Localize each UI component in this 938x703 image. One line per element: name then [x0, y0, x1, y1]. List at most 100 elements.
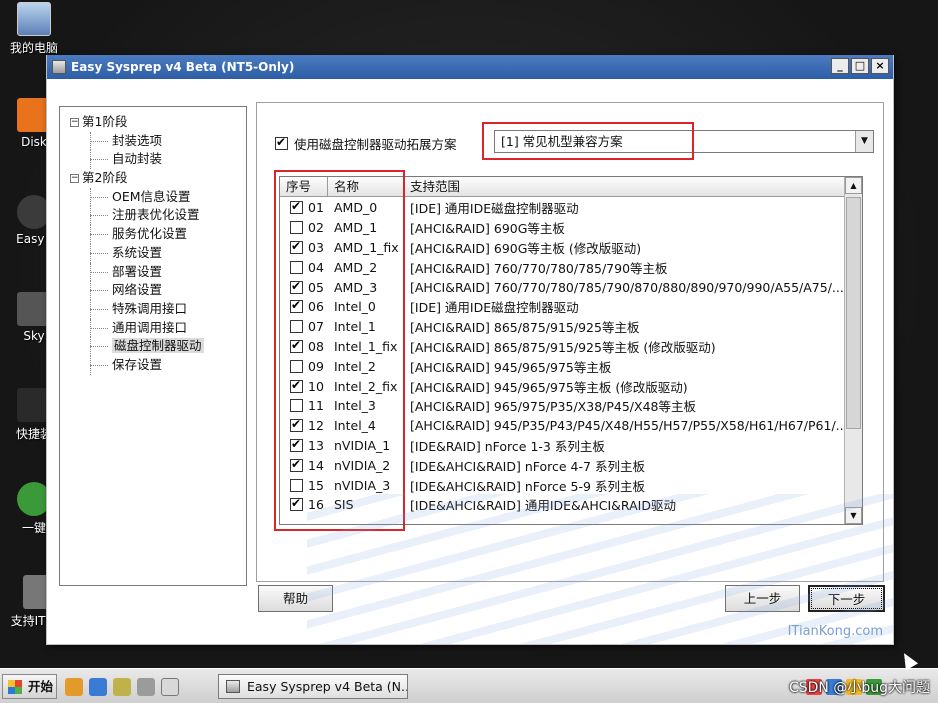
- tree-item-package-options[interactable]: 封装选项: [70, 131, 246, 151]
- start-button[interactable]: 开始: [2, 674, 57, 699]
- table-row[interactable]: 04 AMD_2 [AHCI&RAID] 760/770/780/785/790等主…: [280, 257, 846, 277]
- row-num-cell: 05: [280, 279, 328, 295]
- collapse-toggle-icon[interactable]: −: [70, 174, 79, 184]
- tree-item-general-interface[interactable]: 通用调用接口: [70, 318, 246, 338]
- tools-icon[interactable]: [113, 678, 131, 696]
- row-num: 13: [308, 437, 324, 453]
- tree-node-stage1[interactable]: − 第1阶段: [70, 113, 246, 132]
- row-checkbox[interactable]: [290, 221, 303, 235]
- use-scheme-checkbox[interactable]: [275, 135, 288, 150]
- start-label: 开始: [28, 679, 54, 694]
- row-checkbox[interactable]: [290, 378, 303, 393]
- scroll-down-icon[interactable]: ▼: [845, 507, 862, 524]
- table-row[interactable]: 12 Intel_4 [AHCI&RAID] 945/P35/P43/P45/X48…: [280, 416, 846, 436]
- row-checkbox[interactable]: [290, 338, 303, 353]
- network-icon[interactable]: [89, 678, 107, 696]
- tree-item-network[interactable]: 网络设置: [70, 281, 246, 300]
- collapse-toggle-icon[interactable]: −: [70, 118, 79, 127]
- table-row[interactable]: 10 Intel_2_fix [AHCI&RAID] 945/965/975等主板 …: [280, 376, 846, 396]
- title-bar[interactable]: Easy Sysprep v4 Beta (NT5-Only) _ □ ×: [47, 55, 893, 79]
- table-row[interactable]: 01 AMD_0 [IDE] 通用IDE磁盘控制器驱动: [280, 198, 846, 218]
- tree-item-label: 磁盘控制器驱动: [112, 338, 204, 354]
- table-row[interactable]: 07 Intel_1 [AHCI&RAID] 865/875/915/925等主板: [280, 317, 846, 337]
- tree-item-special-interface[interactable]: 特殊调用接口: [70, 299, 246, 319]
- row-num: 16: [308, 497, 324, 513]
- row-checkbox[interactable]: [290, 496, 303, 512]
- maximize-button[interactable]: □: [851, 58, 869, 74]
- row-checkbox[interactable]: [290, 399, 303, 413]
- tree-item-label: 服务优化设置: [112, 226, 188, 242]
- desktop-icon-my-computer[interactable]: 我的电脑: [4, 2, 64, 56]
- next-button[interactable]: 下一步: [808, 585, 885, 612]
- header-num[interactable]: 序号: [280, 177, 328, 196]
- row-name: AMD_3: [334, 279, 378, 295]
- table-row[interactable]: 15 nVIDIA_3 [IDE&AHCI&RAID] nForce 5-9 系列主…: [280, 475, 846, 495]
- row-name: SIS: [334, 497, 354, 513]
- row-checkbox[interactable]: [290, 478, 303, 492]
- row-num: 01: [308, 200, 324, 216]
- table-row[interactable]: 16 SIS [IDE&AHCI&RAID] 通用IDE&AHCI&RAID驱动: [280, 495, 846, 515]
- tree-item-disk-controller[interactable]: 磁盘控制器驱动: [70, 337, 246, 356]
- row-num: 02: [308, 220, 324, 236]
- table-row[interactable]: 13 nVIDIA_1 [IDE&RAID] nForce 1-3 系列主板: [280, 436, 846, 456]
- row-range: [IDE] 通用IDE磁盘控制器驱动: [410, 300, 579, 316]
- list-scrollbar[interactable]: ▲ ▼: [844, 177, 862, 524]
- tree-item-auto-package[interactable]: 自动封装: [70, 150, 246, 169]
- row-range: [AHCI&RAID] 945/965/975等主板 (修改版驱动): [410, 379, 688, 395]
- row-checkbox[interactable]: [290, 437, 303, 452]
- row-checkbox[interactable]: [290, 457, 303, 472]
- tree-item-oem[interactable]: OEM信息设置: [70, 187, 246, 207]
- scheme-select[interactable]: [1] 常见机型兼容方案 ▼: [494, 130, 874, 153]
- row-checkbox[interactable]: [290, 320, 303, 334]
- scroll-thumb[interactable]: [846, 197, 861, 429]
- row-checkbox[interactable]: [290, 298, 303, 314]
- row-checkbox[interactable]: [290, 260, 303, 274]
- row-checkbox[interactable]: [290, 199, 303, 215]
- window-client: − 第1阶段 封装选项 自动封装 − 第2阶段 OEM信息设置 注册表优化设置 …: [47, 79, 893, 644]
- taskbar-item-easy-sysprep[interactable]: Easy Sysprep v4 Beta (N...: [218, 674, 408, 699]
- table-row[interactable]: 09 Intel_2 [AHCI&RAID] 945/965/975等主板: [280, 356, 846, 376]
- scroll-up-icon[interactable]: ▲: [845, 177, 862, 194]
- driver-list[interactable]: 序号 名称 支持范围 01 AMD_0 [IDE] 通用IDE磁盘控制器驱动 02 AM…: [279, 176, 863, 525]
- tree-item-label: 保存设置: [112, 356, 163, 372]
- row-name: nVIDIA_2: [334, 457, 391, 473]
- table-row[interactable]: 08 Intel_1_fix [AHCI&RAID] 865/875/915/925…: [280, 337, 846, 357]
- row-checkbox[interactable]: [290, 279, 303, 294]
- tree-item-registry[interactable]: 注册表优化设置: [70, 206, 246, 225]
- tree-item-label: 部署设置: [112, 263, 163, 279]
- table-row[interactable]: 11 Intel_3 [AHCI&RAID] 965/975/P35/X38/P45…: [280, 396, 846, 416]
- window-title: Easy Sysprep v4 Beta (NT5-Only): [71, 60, 295, 74]
- prev-button[interactable]: 上一步: [725, 585, 800, 612]
- table-row[interactable]: 05 AMD_3 [AHCI&RAID] 760/770/780/785/790/8…: [280, 277, 846, 297]
- minimize-button[interactable]: _: [831, 58, 849, 74]
- row-num-cell: 12: [280, 417, 328, 434]
- glasses-icon[interactable]: [161, 678, 179, 696]
- table-row[interactable]: 03 AMD_1_fix [AHCI&RAID] 690G等主板 (修改版驱动): [280, 238, 846, 258]
- tree-item-system[interactable]: 系统设置: [70, 243, 246, 263]
- row-range: [AHCI&RAID] 965/975/P35/X38/P45/X48等主板: [410, 399, 696, 415]
- desktop-icon-label: 我的电脑: [9, 41, 58, 55]
- row-num: 12: [308, 418, 324, 434]
- row-checkbox[interactable]: [290, 359, 303, 373]
- folder-icon[interactable]: [65, 678, 83, 696]
- close-button[interactable]: ×: [871, 58, 889, 74]
- header-name[interactable]: 名称: [328, 177, 404, 196]
- use-scheme-option[interactable]: 使用磁盘控制器驱动拓展方案: [275, 133, 457, 153]
- chevron-down-icon[interactable]: ▼: [855, 131, 873, 152]
- header-range[interactable]: 支持范围: [404, 177, 846, 196]
- tree-node-stage2[interactable]: − 第2阶段: [70, 169, 246, 188]
- stage-tree[interactable]: − 第1阶段 封装选项 自动封装 − 第2阶段 OEM信息设置 注册表优化设置 …: [59, 106, 247, 586]
- table-row[interactable]: 14 nVIDIA_2 [IDE&AHCI&RAID] nForce 4-7 系列主…: [280, 455, 846, 475]
- row-checkbox[interactable]: [290, 239, 303, 254]
- table-row[interactable]: 02 AMD_1 [AHCI&RAID] 690G等主板: [280, 218, 846, 238]
- row-range: [AHCI&RAID] 945/965/975等主板: [410, 359, 612, 375]
- eraser-icon[interactable]: [137, 678, 155, 696]
- tree-item-save-settings[interactable]: 保存设置: [70, 355, 246, 375]
- tree-item-services[interactable]: 服务优化设置: [70, 225, 246, 244]
- table-row[interactable]: 06 Intel_0 [IDE] 通用IDE磁盘控制器驱动: [280, 297, 846, 317]
- help-button[interactable]: 帮助: [258, 585, 333, 612]
- tree-item-deploy[interactable]: 部署设置: [70, 262, 246, 282]
- row-name: Intel_3: [334, 398, 376, 414]
- row-checkbox[interactable]: [290, 417, 303, 433]
- csdn-watermark: CSDN @小bug大问题: [788, 680, 930, 696]
